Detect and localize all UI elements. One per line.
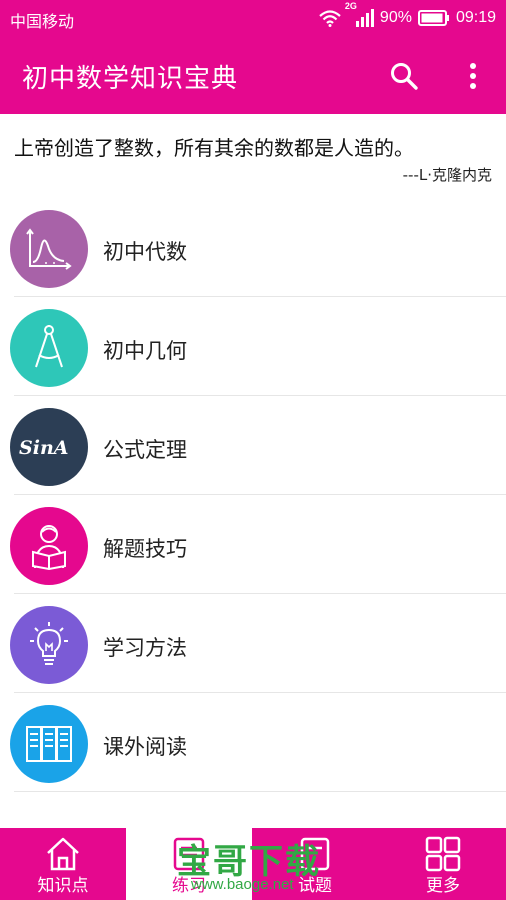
app-bar: 初中数学知识宝典 [0, 36, 506, 114]
category-list: 初中代数 初中几何 SinA 公式定理 解题技巧 学习方法 课外阅读 [0, 198, 506, 792]
tips-avatar [10, 507, 88, 585]
category-label: 初中几何 [103, 339, 187, 363]
app-title: 初中数学知识宝典 [22, 64, 239, 94]
battery-percent: 90% [379, 9, 412, 26]
nav-label: 知识点 [37, 876, 89, 896]
sina-icon: SinA [19, 437, 69, 459]
carrier-name: 中国移动 [10, 14, 75, 31]
reader-icon [32, 525, 66, 570]
svg-text:SinA: SinA [19, 437, 69, 459]
category-label: 公式定理 [103, 438, 187, 462]
more-vert-icon [470, 63, 476, 89]
wifi-icon [318, 9, 342, 27]
divider [14, 791, 506, 792]
category-formulas[interactable]: SinA 公式定理 [0, 396, 506, 495]
clock: 09:19 [455, 9, 496, 26]
geometry-avatar [10, 309, 88, 387]
quote-text: 上帝创造了整数，所有其余的数都是人造的。 [14, 136, 414, 160]
category-methods[interactable]: 学习方法 [0, 594, 506, 693]
compass-icon [35, 325, 63, 368]
reading-avatar [10, 705, 88, 783]
watermark: 宝哥下载 www.baoge.net [175, 836, 335, 900]
category-reading[interactable]: 课外阅读 [0, 693, 506, 792]
category-label: 课外阅读 [103, 735, 187, 759]
status-bar: 中国移动 2G 90% 09:19 [0, 0, 506, 36]
formulas-avatar: SinA [10, 408, 88, 486]
home-icon [47, 837, 79, 871]
category-algebra[interactable]: 初中代数 [0, 198, 506, 297]
lightbulb-icon [30, 622, 68, 665]
nav-knowledge[interactable]: 知识点 [0, 828, 126, 900]
quote-banner: 上帝创造了整数，所有其余的数都是人造的。 ---L·克隆内克 [0, 114, 506, 194]
methods-avatar [10, 606, 88, 684]
category-label: 解题技巧 [103, 537, 187, 561]
status-icons: 2G 90% 09:19 [318, 1, 496, 28]
nav-label: 更多 [426, 876, 460, 896]
overflow-menu-button[interactable] [460, 60, 486, 94]
search-icon [391, 63, 418, 90]
search-button[interactable] [388, 60, 422, 94]
grid-icon [425, 836, 461, 872]
category-label: 学习方法 [103, 636, 187, 660]
watermark-url: www.baoge.net [191, 876, 294, 893]
signal-icon: 2G [345, 1, 374, 28]
category-label: 初中代数 [103, 240, 187, 264]
category-tips[interactable]: 解题技巧 [0, 495, 506, 594]
quote-author: ---L·克隆内克 [402, 166, 492, 184]
network-type: 2G [344, 1, 357, 11]
nav-more[interactable]: 更多 [380, 828, 506, 900]
bookshelf-icon [26, 726, 72, 762]
function-graph-icon [26, 228, 72, 270]
category-geometry[interactable]: 初中几何 [0, 297, 506, 396]
algebra-avatar [10, 210, 88, 288]
battery-icon [417, 10, 450, 26]
